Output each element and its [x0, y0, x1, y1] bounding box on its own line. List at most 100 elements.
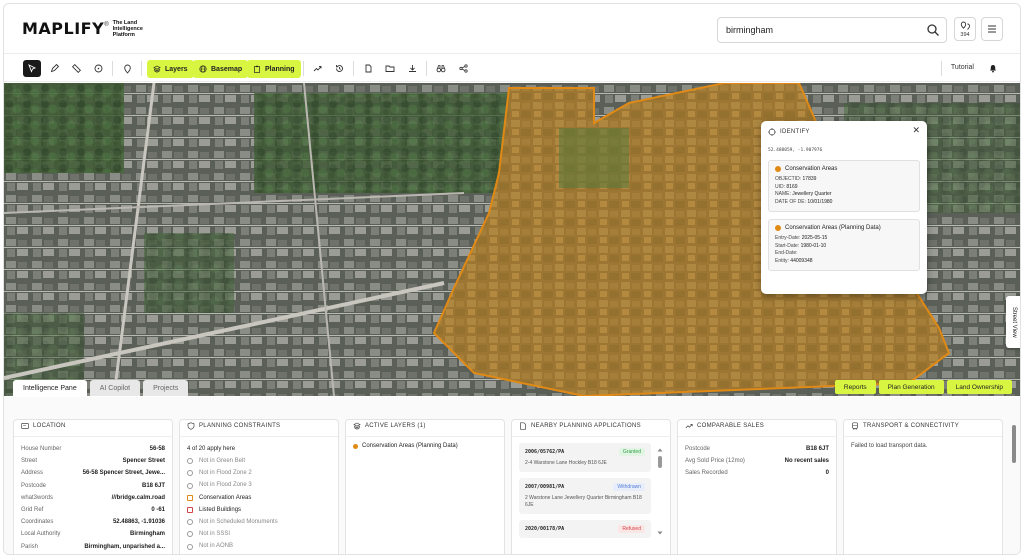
- saved-locations-button[interactable]: 394: [954, 17, 976, 41]
- constraint-item[interactable]: Not in SSSI: [187, 528, 331, 540]
- pane-scrollbar[interactable]: [1012, 425, 1016, 463]
- application-card[interactable]: 2007/00981/PA Withdrawn 2 Warstone Lane Je…: [519, 478, 651, 514]
- identify-attribute-row: DATE OF DE: 10/01/1980: [775, 199, 913, 207]
- toolbar: Layers Basemap Planning Tutorial: [4, 55, 1020, 82]
- tutorial-link[interactable]: Tutorial: [951, 64, 974, 71]
- monument-icon: [187, 519, 193, 526]
- trending-up-icon: [685, 424, 693, 429]
- new-file-button[interactable]: [359, 60, 377, 77]
- panel-header: COMPARABLE SALES: [678, 423, 836, 437]
- open-folder-button[interactable]: [381, 60, 399, 77]
- application-card[interactable]: 2020/00178/PA Refused: [519, 520, 651, 538]
- binoculars-icon: [436, 65, 446, 73]
- active-layers-panel: ACTIVE LAYERS (1) Conservation Areas (Pl…: [345, 419, 505, 554]
- field-value: 0 -61: [151, 507, 165, 514]
- search-input[interactable]: [726, 18, 916, 42]
- attribute-value: 10/01/1980: [807, 198, 833, 205]
- attribute-value: 1980-01-10: [800, 242, 827, 249]
- pin-tool[interactable]: [118, 60, 136, 77]
- street-view-button[interactable]: Street View: [1006, 296, 1020, 348]
- map-view[interactable]: IDENTIFY ✕ 52.488059, -1.907976 Conserva…: [4, 83, 1020, 396]
- constraint-item[interactable]: Not in AONB: [187, 540, 331, 552]
- planning-button[interactable]: Planning: [247, 60, 301, 78]
- application-card[interactable]: 2006/05762/PA Granted 2-4 Warstone Lane Ho…: [519, 443, 651, 472]
- scroll-up-icon[interactable]: [657, 447, 663, 453]
- logo[interactable]: MAPLIFY ® The Land Intelligence Platform: [22, 19, 147, 38]
- constraint-item[interactable]: Listed Buildings: [187, 504, 331, 516]
- layers-button[interactable]: Layers: [147, 60, 194, 78]
- reports-button[interactable]: Reports: [834, 380, 876, 394]
- field-label: Postcode: [21, 482, 47, 489]
- applications-list: 2006/05762/PA Granted 2-4 Warstone Lane Ho…: [519, 443, 663, 538]
- constraint-item[interactable]: Not in Flood Zone 3: [187, 479, 331, 491]
- application-reference: 2006/05762/PA: [525, 449, 565, 455]
- identify-result-card[interactable]: Conservation Areas (Planning Data) Entry-…: [768, 219, 920, 271]
- attribute-value: 44009348: [790, 257, 813, 264]
- close-icon[interactable]: ✕: [912, 125, 920, 136]
- map-pin-icon: [123, 64, 131, 74]
- active-layers-title: ACTIVE LAYERS (1): [365, 423, 426, 429]
- applications-title: NEARBY PLANNING APPLICATIONS: [531, 423, 641, 429]
- constraint-item[interactable]: Not in Green Belt: [187, 455, 331, 467]
- toolbar-divider: [426, 61, 427, 76]
- identify-attribute-row: End-Date:: [775, 250, 913, 258]
- field-label: Local Authority: [21, 531, 61, 538]
- identify-attribute-row: UID: 8169: [775, 184, 913, 192]
- layers-label: Layers: [165, 65, 188, 73]
- history-tool[interactable]: [330, 60, 348, 77]
- brand-tagline: The Land Intelligence Platform: [112, 19, 143, 38]
- map-pins-icon: [960, 21, 970, 30]
- radius-tool[interactable]: [89, 60, 107, 77]
- location-row: Postcode B18 6JT: [21, 480, 165, 492]
- panel-scrollbar[interactable]: [658, 456, 662, 468]
- field-label: Grid Ref: [21, 507, 44, 514]
- constraint-label: Conservation Areas: [199, 494, 252, 501]
- land-ownership-button[interactable]: Land Ownership: [946, 380, 1012, 394]
- attribute-key: End-Date:: [775, 250, 798, 256]
- field-value: No recent sales: [784, 458, 829, 465]
- file-icon: [365, 64, 371, 73]
- location-row: Address 56-58 Spencer Street, Jewe...: [21, 467, 165, 479]
- plan-generation-button[interactable]: Plan Generation: [878, 380, 944, 394]
- select-tool[interactable]: [23, 60, 41, 77]
- constraint-label: Not in AONB: [199, 543, 234, 550]
- identify-attribute-row: NAME: Jewellery Quarter: [775, 191, 913, 199]
- identify-result-card[interactable]: Conservation Areas OBJECTID: 17839 UID: 81…: [768, 160, 920, 212]
- layer-item[interactable]: Conservation Areas (Planning Data): [353, 443, 497, 449]
- trend-tool[interactable]: [308, 60, 326, 77]
- draw-tool[interactable]: [45, 60, 63, 77]
- share-button[interactable]: [454, 60, 472, 77]
- bell-icon[interactable]: [988, 63, 998, 73]
- download-button[interactable]: [403, 60, 421, 77]
- constraint-item[interactable]: Conservation Areas: [187, 492, 331, 504]
- application-address: 2-4 Warstone Lane Hockley B18 6JE: [525, 460, 607, 466]
- search-icon[interactable]: [926, 23, 940, 37]
- shield-icon: [187, 422, 195, 430]
- identify-results: Conservation Areas OBJECTID: 17839 UID: 81…: [768, 160, 920, 271]
- menu-button[interactable]: [981, 17, 1003, 41]
- location-row: what3words ///bridge.calm.road: [21, 492, 165, 504]
- scroll-down-icon[interactable]: [657, 530, 663, 536]
- basemap-label: Basemap: [211, 65, 243, 73]
- constraint-item[interactable]: Not in Flood Zone 2: [187, 467, 331, 479]
- application-header: 2006/05762/PA Granted: [525, 448, 645, 456]
- tab-intelligence-pane[interactable]: Intelligence Pane: [13, 380, 87, 396]
- pencil-icon: [50, 64, 59, 73]
- layer-color-dot: [775, 225, 781, 231]
- location-fields: House Number 56-58 Street Spencer Street Add…: [21, 443, 165, 553]
- planning-label: Planning: [265, 65, 295, 73]
- measure-tool[interactable]: [67, 60, 85, 77]
- attribute-value: 2025-05-15: [801, 235, 828, 241]
- tab-projects[interactable]: Projects: [143, 380, 189, 396]
- field-label: Address: [21, 470, 44, 477]
- app-window: MAPLIFY ® The Land Intelligence Platform…: [3, 3, 1021, 555]
- basemap-button[interactable]: Basemap: [193, 60, 249, 78]
- constraint-item[interactable]: Not in Scheduled Monuments: [187, 516, 331, 528]
- ruler-icon: [71, 64, 81, 73]
- location-row: Grid Ref 0 -61: [21, 504, 165, 516]
- compare-button[interactable]: [432, 60, 450, 77]
- saved-count: 394: [960, 31, 970, 38]
- application-header: 2020/00178/PA Refused: [525, 525, 645, 533]
- field-value: B18 6JT: [141, 482, 165, 489]
- tab-ai-copilot[interactable]: AI Copilot: [89, 380, 141, 396]
